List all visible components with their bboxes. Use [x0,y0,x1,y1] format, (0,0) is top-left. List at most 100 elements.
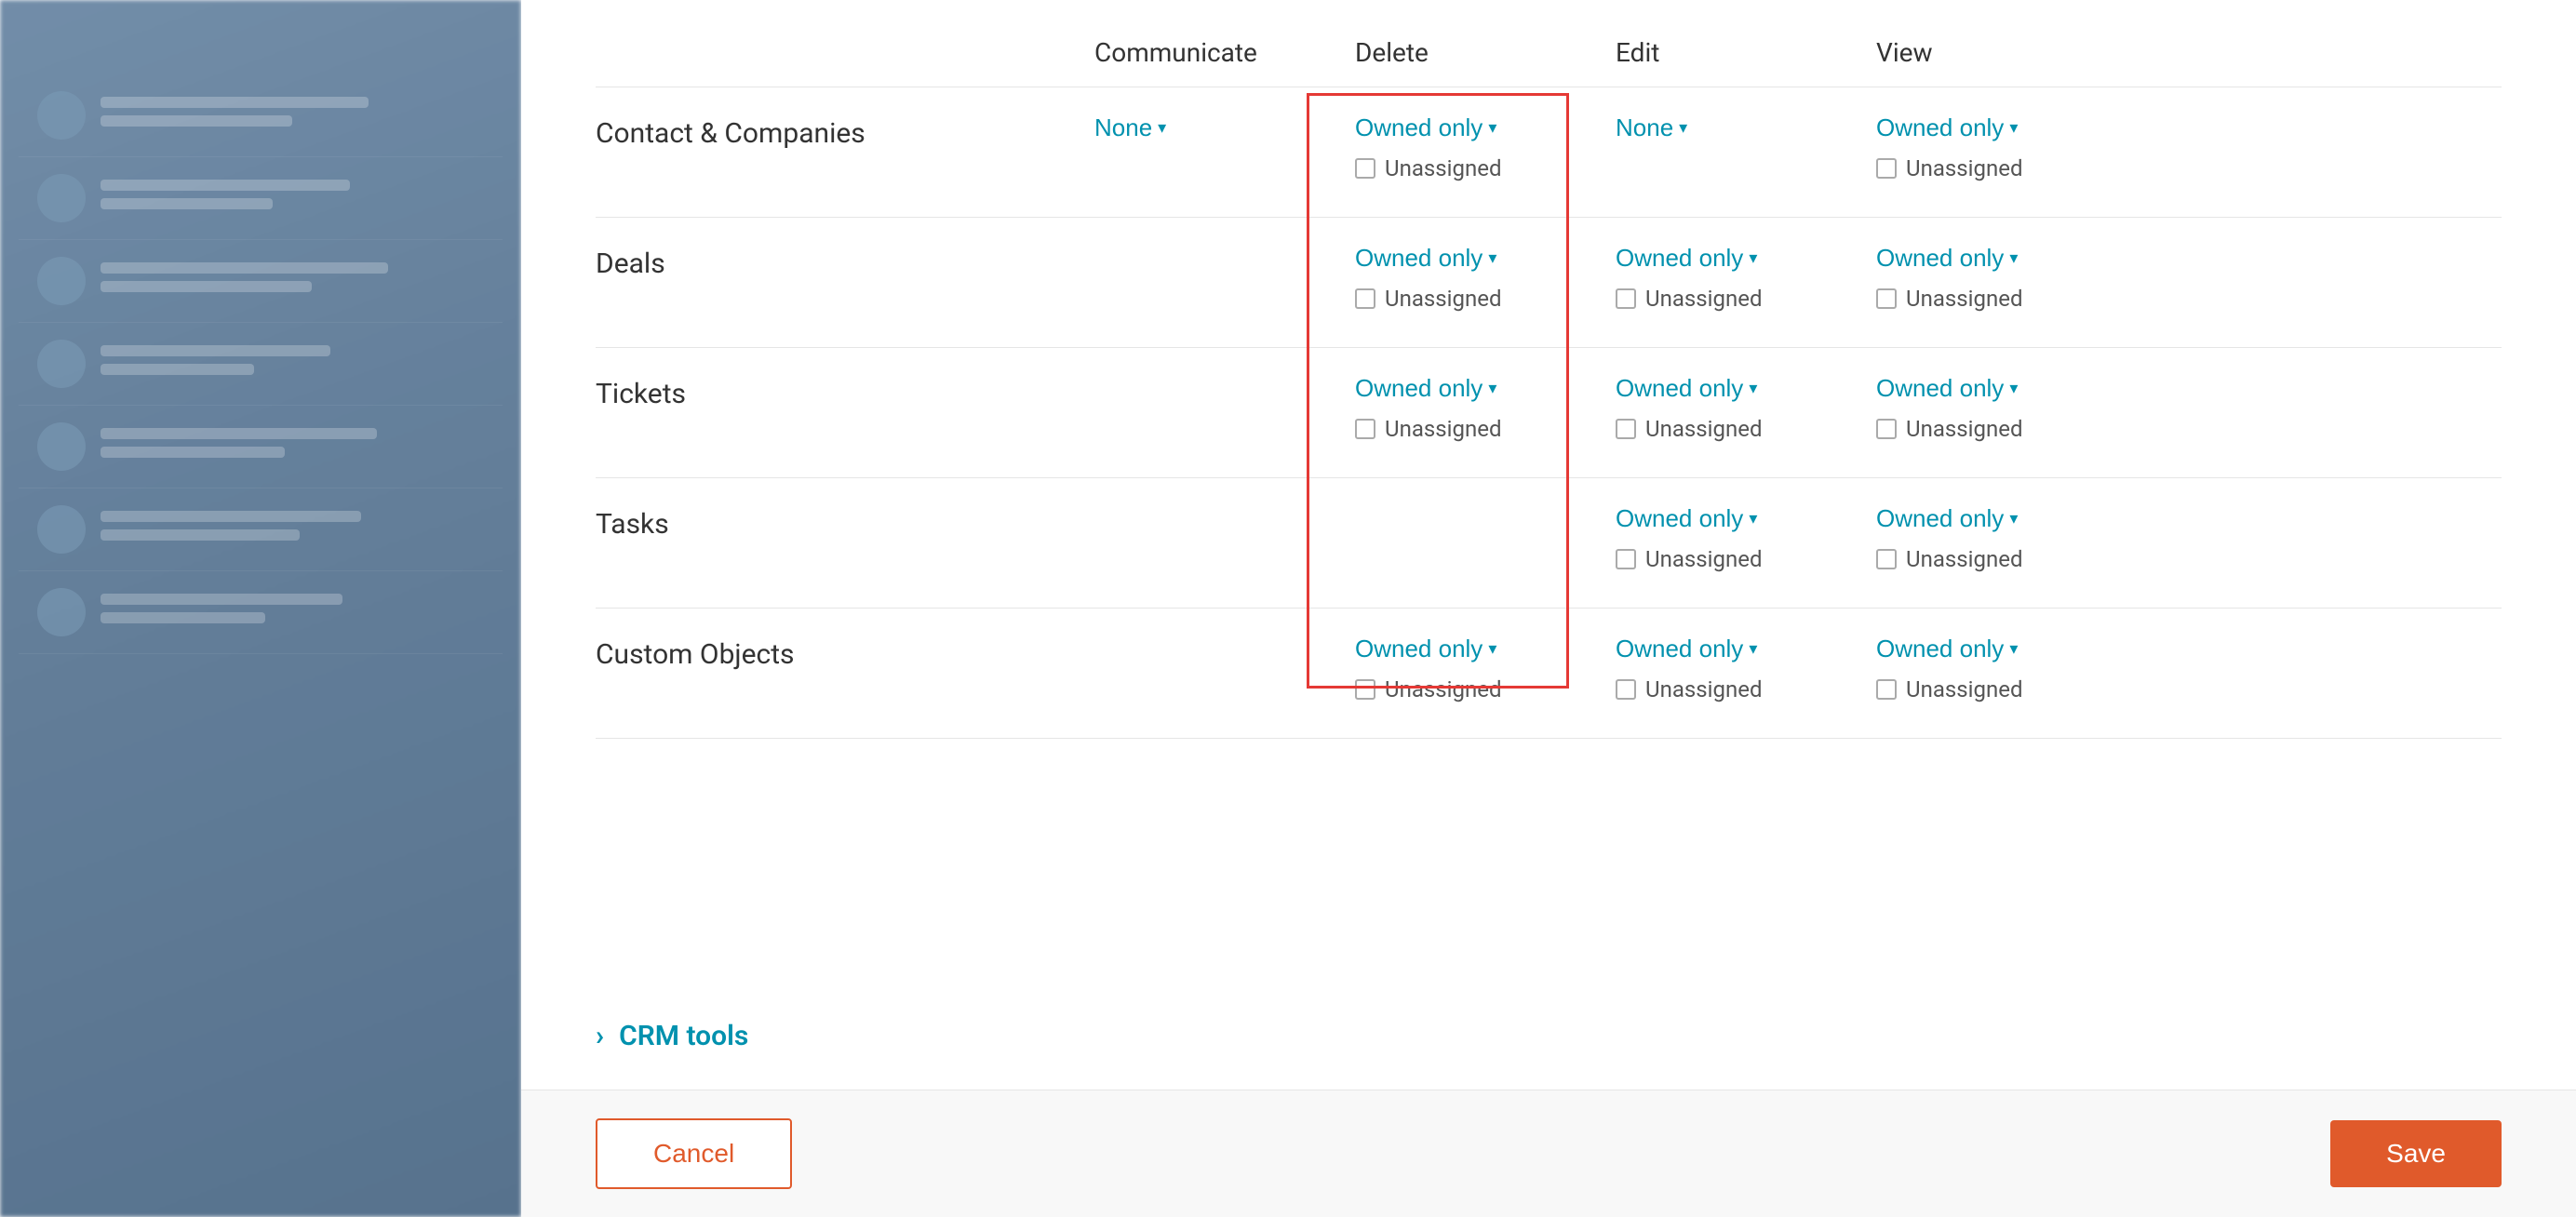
unassigned-row: Unassigned [1355,286,1601,312]
list-item [19,74,503,157]
edit-dropdown-deals[interactable]: Owned only ▾ [1616,244,1861,273]
list-item [19,406,503,488]
unassigned-row: Unassigned [1616,416,1861,442]
row-label-contact-companies: Contact & Companies [596,114,1080,150]
table-header: Communicate Delete Edit View [596,0,2502,87]
unassigned-row: Unassigned [1616,676,1861,702]
cell-view-contact: Owned only ▾ Unassigned [1861,114,2122,181]
avatar [37,588,86,636]
save-button[interactable]: Save [2330,1120,2502,1187]
edit-dropdown-custom[interactable]: Owned only ▾ [1616,635,1861,663]
chevron-down-icon: ▾ [2009,379,2018,398]
chevron-down-icon: ▾ [1488,118,1496,138]
unassigned-checkbox-deals-view[interactable] [1876,288,1897,309]
cell-edit-deals: Owned only ▾ Unassigned [1601,244,1861,312]
chevron-down-icon: ▾ [1488,379,1496,398]
avatar [37,91,86,140]
cell-edit-contact: None ▾ [1601,114,1861,142]
unassigned-checkbox-custom-edit[interactable] [1616,679,1636,700]
unassigned-label: Unassigned [1645,416,1762,442]
view-dropdown-tickets[interactable]: Owned only ▾ [1876,374,2122,403]
edit-dropdown-contact[interactable]: None ▾ [1616,114,1861,142]
view-dropdown-tasks[interactable]: Owned only ▾ [1876,504,2122,533]
list-item [19,240,503,323]
cancel-button[interactable]: Cancel [596,1118,792,1189]
unassigned-checkbox-custom-view[interactable] [1876,679,1897,700]
unassigned-label: Unassigned [1385,676,1501,702]
unassigned-checkbox-contact-view[interactable] [1876,158,1897,179]
list-item [19,323,503,406]
dropdown-value: Owned only [1616,635,1743,663]
chevron-down-icon: ▾ [1749,509,1757,528]
cell-edit-custom: Owned only ▾ Unassigned [1601,635,1861,702]
col-header-label [596,37,1080,68]
table-row: Contact & Companies None ▾ Owned only ▾ [596,87,2502,218]
chevron-down-icon: ▾ [1488,639,1496,659]
unassigned-label: Unassigned [1906,155,2022,181]
unassigned-row: Unassigned [1876,546,2122,572]
cell-edit-tasks: Owned only ▾ Unassigned [1601,504,1861,572]
chevron-down-icon: ▾ [1488,248,1496,268]
subtitle-line [101,281,312,292]
chevron-down-icon: ▾ [1749,639,1757,659]
unassigned-label: Unassigned [1645,676,1762,702]
edit-dropdown-tasks[interactable]: Owned only ▾ [1616,504,1861,533]
avatar [37,174,86,222]
table-row: Tasks Owned only ▾ Unassigned Owned onl [596,478,2502,608]
dropdown-value: Owned only [1355,244,1483,273]
cell-view-custom: Owned only ▾ Unassigned [1861,635,2122,702]
unassigned-row: Unassigned [1876,416,2122,442]
view-dropdown-custom[interactable]: Owned only ▾ [1876,635,2122,663]
chevron-down-icon: ▾ [1679,118,1687,138]
unassigned-checkbox-tasks-edit[interactable] [1616,549,1636,569]
unassigned-checkbox-tickets-delete[interactable] [1355,419,1375,439]
avatar [37,340,86,388]
cell-delete-deals: Owned only ▾ Unassigned [1340,244,1601,312]
delete-dropdown-contact[interactable]: Owned only ▾ [1355,114,1601,142]
chevron-down-icon: ▾ [1158,118,1166,138]
communicate-dropdown-contact[interactable]: None ▾ [1094,114,1340,142]
unassigned-checkbox-deals-delete[interactable] [1355,288,1375,309]
dropdown-value: Owned only [1876,114,2004,142]
modal-panel: Communicate Delete Edit View Contact & C… [521,0,2576,1217]
delete-dropdown-deals[interactable]: Owned only ▾ [1355,244,1601,273]
table-row: Deals Owned only ▾ Unassigned Owned only [596,218,2502,348]
unassigned-label: Unassigned [1645,286,1762,312]
cell-communicate-contact: None ▾ [1080,114,1340,142]
unassigned-checkbox-contact-delete[interactable] [1355,158,1375,179]
unassigned-checkbox-tasks-view[interactable] [1876,549,1897,569]
unassigned-label: Unassigned [1906,416,2022,442]
unassigned-row: Unassigned [1876,286,2122,312]
unassigned-checkbox-tickets-view[interactable] [1876,419,1897,439]
dropdown-value: Owned only [1355,374,1483,403]
unassigned-checkbox-tickets-edit[interactable] [1616,419,1636,439]
view-dropdown-contact[interactable]: Owned only ▾ [1876,114,2122,142]
name-line [101,345,330,356]
col-header-delete: Delete [1340,37,1601,68]
edit-dropdown-tickets[interactable]: Owned only ▾ [1616,374,1861,403]
cell-delete-custom: Owned only ▾ Unassigned [1340,635,1601,702]
unassigned-row: Unassigned [1355,155,1601,181]
dropdown-value: Owned only [1876,504,2004,533]
text-lines [101,428,484,465]
name-line [101,428,377,439]
row-label-tasks: Tasks [596,504,1080,541]
view-dropdown-deals[interactable]: Owned only ▾ [1876,244,2122,273]
chevron-down-icon: ▾ [2009,639,2018,659]
table-wrapper: Communicate Delete Edit View Contact & C… [596,0,2502,739]
delete-dropdown-custom[interactable]: Owned only ▾ [1355,635,1601,663]
unassigned-checkbox-custom-delete[interactable] [1355,679,1375,700]
subtitle-line [101,364,254,375]
permissions-table-container: Communicate Delete Edit View Contact & C… [521,0,2576,983]
dropdown-value: Owned only [1616,244,1743,273]
unassigned-row: Unassigned [1616,286,1861,312]
dropdown-value: Owned only [1876,244,2004,273]
cell-delete-contact: Owned only ▾ Unassigned [1340,114,1601,181]
dropdown-value: Owned only [1355,635,1483,663]
subtitle-line [101,198,273,209]
chevron-down-icon: ▾ [2009,509,2018,528]
unassigned-checkbox-deals-edit[interactable] [1616,288,1636,309]
dropdown-value: Owned only [1616,504,1743,533]
crm-tools-toggle[interactable]: › CRM tools [596,1020,2502,1052]
delete-dropdown-tickets[interactable]: Owned only ▾ [1355,374,1601,403]
